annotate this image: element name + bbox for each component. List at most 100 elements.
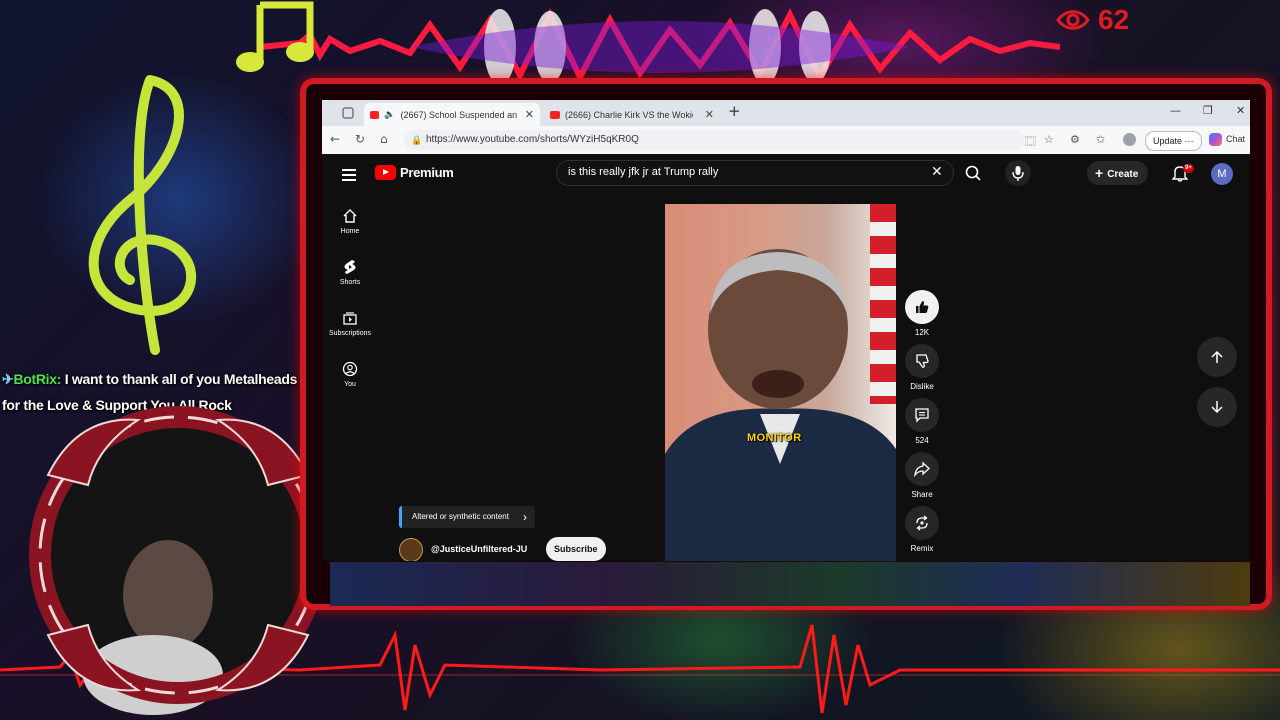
favorites-icon[interactable]: ✩ — [1096, 133, 1105, 146]
remix-circle — [905, 506, 939, 540]
brand-label: Premium — [400, 165, 454, 180]
workspaces-icon[interactable] — [342, 107, 354, 119]
tab-2[interactable]: (2666) Charlie Kirk VS the Wokies ✕ — [544, 103, 720, 126]
sidebar-label: Shorts — [339, 279, 361, 286]
sidebar-item-home[interactable]: Home — [322, 208, 378, 235]
comments-button[interactable]: 524 — [902, 398, 942, 445]
read-aloud-icon[interactable]: ⿴ — [1025, 133, 1036, 149]
profile-avatar[interactable] — [1123, 133, 1136, 146]
dislike-button[interactable]: Dislike — [902, 344, 942, 391]
close-tab-icon[interactable]: ✕ — [525, 108, 534, 121]
voice-search-button[interactable] — [1005, 160, 1031, 186]
copilot-icon[interactable] — [1209, 133, 1222, 146]
url-text: https://www.youtube.com/shorts/WYziH5qKR… — [426, 134, 639, 145]
create-label: Create — [1107, 169, 1139, 180]
judge-video-frame — [665, 249, 896, 561]
account-avatar[interactable]: M — [1211, 163, 1233, 185]
home-icon[interactable]: ⌂ — [380, 132, 388, 146]
extensions-icon[interactable]: ⚙ — [1070, 133, 1080, 146]
share-button[interactable]: Share — [902, 452, 942, 499]
music-note-graphic — [236, 1, 314, 72]
remix-icon — [916, 515, 928, 531]
tab-title: (2667) School Suspended an — [400, 109, 518, 120]
dislike-label: Dislike — [910, 382, 934, 391]
remix-button[interactable]: Remix — [902, 506, 942, 553]
share-circle — [905, 452, 939, 486]
previous-video-button[interactable] — [1197, 337, 1237, 377]
dislike-circle — [905, 344, 939, 378]
youtube-favicon-icon — [370, 110, 380, 119]
share-label: Share — [911, 490, 933, 499]
chevron-right-icon: › — [522, 510, 527, 524]
share-icon — [914, 461, 930, 477]
video-caption: MONITOR — [747, 432, 802, 444]
sidebar-label: Home — [340, 228, 360, 235]
viewer-count: 62 — [1098, 4, 1130, 35]
youtube-play-icon — [375, 165, 396, 180]
clear-search-icon[interactable]: ✕ — [931, 164, 943, 180]
treble-clef-graphic — [88, 75, 197, 355]
comments-circle — [905, 398, 939, 432]
menu-icon[interactable] — [342, 166, 356, 184]
like-button[interactable]: 12K — [902, 290, 942, 337]
search-input[interactable]: is this really jfk jr at Trump rally ✕ — [556, 160, 954, 186]
like-circle — [905, 290, 939, 324]
tab-title: (2666) Charlie Kirk VS the Wokies — [565, 109, 693, 120]
subscribe-button[interactable]: Subscribe — [546, 537, 606, 561]
like-count: 12K — [914, 328, 930, 337]
update-button[interactable]: Update ··· — [1145, 131, 1202, 151]
overlay-bottom-graffiti — [330, 562, 1250, 606]
home-icon — [343, 209, 357, 223]
remix-label: Remix — [910, 544, 934, 553]
chat-label[interactable]: Chat — [1226, 134, 1245, 144]
sidebar-label: Subscriptions — [328, 330, 372, 337]
plus-icon: + — [1095, 165, 1104, 181]
tab-1[interactable]: 🔈 (2667) School Suspended an ✕ — [364, 103, 540, 126]
youtube-logo[interactable]: Premium — [375, 165, 454, 180]
restore-icon[interactable]: ❐ — [1203, 104, 1213, 117]
close-tab-icon[interactable]: ✕ — [705, 108, 714, 121]
sidebar-item-subscriptions[interactable]: Subscriptions — [322, 310, 378, 337]
url-field[interactable]: 🔒 https://www.youtube.com/shorts/WYziH5q… — [404, 130, 1024, 150]
channel-avatar[interactable] — [399, 538, 423, 561]
browser-window: 🔈 (2667) School Suspended an ✕ (2666) Ch… — [322, 100, 1250, 561]
notifications-badge: 9+ — [1183, 164, 1194, 173]
tab-strip: 🔈 (2667) School Suspended an ✕ (2666) Ch… — [322, 100, 1250, 126]
sidebar-label: You — [344, 381, 356, 388]
thumbs-down-icon — [916, 354, 929, 368]
speaker-icon: 🔈 — [384, 109, 396, 119]
synthetic-content-label[interactable]: Altered or synthetic content › — [399, 506, 535, 528]
channel-name[interactable]: @JusticeUnfiltered-JU — [431, 544, 527, 554]
viewer-counter: 62 — [1056, 4, 1129, 36]
create-button[interactable]: + Create — [1087, 161, 1149, 185]
thumbs-up-icon — [916, 301, 929, 313]
youtube-page: Premium is this really jfk jr at Trump r… — [322, 154, 1250, 561]
address-bar: ← ↻ ⌂ 🔒 https://www.youtube.com/shorts/W… — [322, 126, 1250, 155]
back-icon[interactable]: ← — [330, 132, 340, 146]
youtube-favicon-icon — [550, 110, 560, 119]
sidebar-item-you[interactable]: You — [322, 361, 378, 388]
sidebar-item-shorts[interactable]: Shorts — [322, 259, 378, 286]
synthetic-text: Altered or synthetic content — [412, 512, 509, 521]
close-window-icon[interactable]: ✕ — [1236, 104, 1245, 117]
favorite-star-icon[interactable]: ☆ — [1044, 133, 1054, 146]
minimize-icon[interactable]: — — [1170, 104, 1181, 117]
shorts-icon — [344, 260, 356, 274]
webcam-frame — [29, 406, 327, 715]
user-icon — [342, 361, 358, 377]
search-query: is this really jfk jr at Trump rally — [568, 166, 719, 178]
search-icon — [965, 165, 981, 181]
search-button[interactable] — [956, 160, 990, 186]
next-video-button[interactable] — [1197, 387, 1237, 427]
refresh-icon[interactable]: ↻ — [355, 132, 365, 146]
chat-user: BotRix: — [13, 371, 62, 387]
site-info-icon: 🔒 — [411, 135, 423, 145]
short-video-player[interactable]: MONITOR — [665, 204, 896, 561]
comment-count: 524 — [915, 436, 929, 445]
new-tab-icon[interactable]: + — [728, 102, 741, 120]
microphone-icon — [1012, 166, 1024, 181]
arrow-up-icon — [1211, 350, 1223, 363]
subscriptions-icon — [343, 312, 357, 325]
eye-icon — [1056, 10, 1090, 30]
rocket-icon: ✈ — [2, 371, 14, 387]
